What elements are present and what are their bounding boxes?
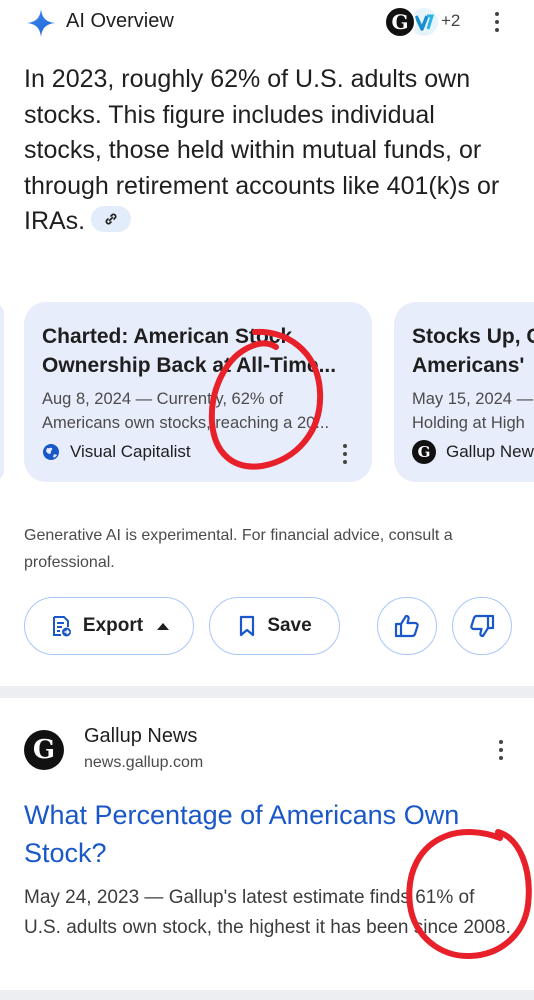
more-options-icon[interactable] bbox=[492, 12, 502, 36]
chevron-up-icon bbox=[157, 622, 170, 630]
thumbs-down-icon bbox=[470, 614, 495, 638]
card-source: G Gallup News bbox=[412, 440, 534, 464]
section-divider bbox=[0, 990, 534, 1000]
gallup-logo-icon: G bbox=[412, 440, 436, 464]
result-url[interactable]: news.gallup.com bbox=[84, 754, 203, 772]
export-doc-icon bbox=[52, 616, 71, 637]
result-more-options-icon[interactable] bbox=[496, 740, 506, 764]
card-title: Charted: American Stock Ownership Back a… bbox=[42, 325, 337, 377]
previous-card-edge[interactable] bbox=[0, 302, 4, 482]
card-snippet: May 15, 2024 — Holding at High bbox=[412, 390, 534, 432]
bookmark-icon bbox=[240, 615, 255, 637]
result-title-link[interactable]: What Percentage of Americans Own Stock? bbox=[24, 796, 514, 872]
card-snippet: Aug 8, 2024 — Currently, 62% of American… bbox=[42, 390, 330, 432]
card-more-options-icon[interactable] bbox=[340, 444, 350, 468]
link-icon bbox=[105, 213, 117, 225]
card-source-name: Visual Capitalist bbox=[70, 442, 191, 461]
result-site-name[interactable]: Gallup News bbox=[84, 725, 197, 748]
overview-text: In 2023, roughly 62% of U.S. adults own … bbox=[24, 62, 514, 240]
thumbs-up-icon bbox=[394, 614, 419, 638]
ai-disclaimer: Generative AI is experimental. For finan… bbox=[24, 527, 453, 571]
ai-overview-title: AI Overview bbox=[66, 10, 174, 32]
card-source: Visual Capitalist bbox=[42, 440, 191, 464]
ai-overview-header: AI Overview G +2 bbox=[0, 0, 534, 46]
globe-icon bbox=[43, 444, 59, 460]
source-link-chip[interactable] bbox=[91, 206, 132, 233]
section-divider bbox=[0, 686, 534, 698]
thumbs-down-button[interactable] bbox=[452, 597, 512, 655]
result-favicon[interactable]: G bbox=[24, 730, 64, 770]
source-cards-carousel[interactable]: Charted: American Stock Ownership Back a… bbox=[0, 300, 534, 484]
card-title: Stocks Up, C Americans' bbox=[412, 325, 534, 377]
export-button[interactable]: Export bbox=[24, 597, 194, 655]
result-snippet: May 24, 2023 — Gallup's latest estimate … bbox=[24, 887, 511, 938]
more-sources-count[interactable]: +2 bbox=[441, 11, 460, 31]
save-button[interactable]: Save bbox=[209, 597, 340, 655]
source-card[interactable]: Charted: American Stock Ownership Back a… bbox=[24, 302, 372, 482]
export-label: Export bbox=[82, 615, 144, 636]
save-label: Save bbox=[267, 615, 312, 636]
source-card[interactable]: Stocks Up, C Americans' May 15, 2024 — H… bbox=[394, 302, 534, 482]
sparkle-icon bbox=[27, 9, 55, 37]
thumbs-up-button[interactable] bbox=[377, 597, 437, 655]
source-avatars[interactable]: G bbox=[384, 6, 444, 38]
card-source-name: Gallup News bbox=[446, 442, 534, 461]
gallup-avatar: G bbox=[384, 6, 416, 38]
